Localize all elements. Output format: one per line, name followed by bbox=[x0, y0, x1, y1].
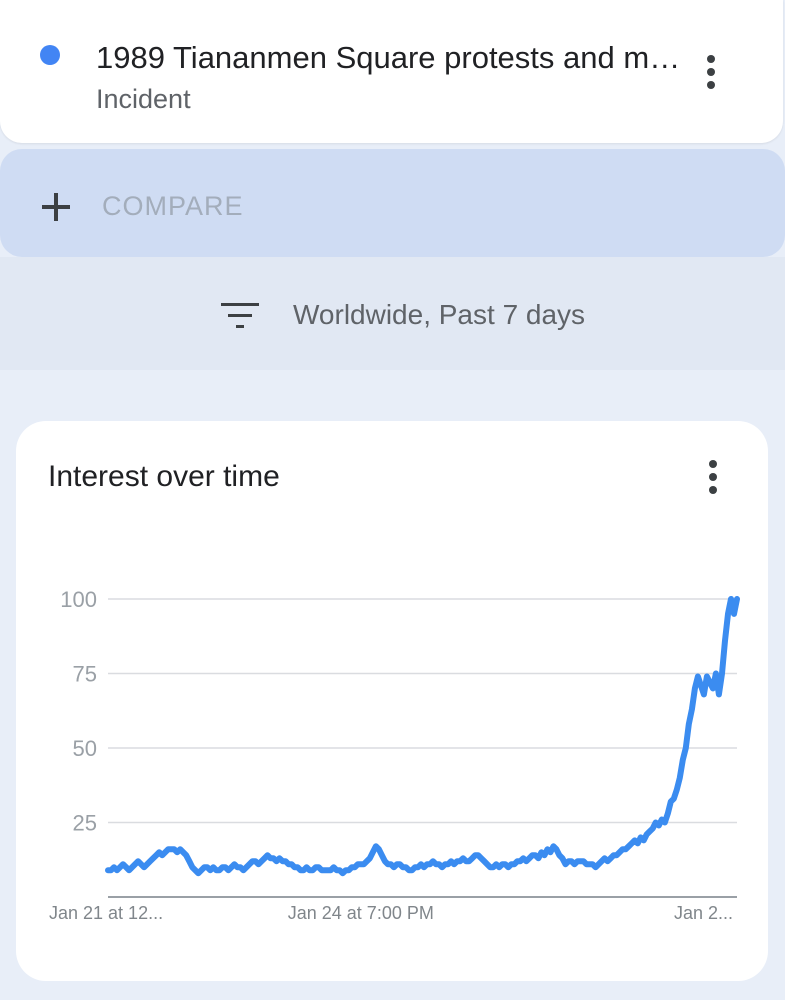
y-tick-label: 50 bbox=[73, 736, 97, 761]
x-tick-label: Jan 24 at 7:00 PM bbox=[288, 903, 434, 923]
x-tick-label: Jan 2... bbox=[674, 903, 733, 923]
interest-chart: 25 50 75 100 Jan 21 at 12... Jan 24 at 7:00 … bbox=[49, 587, 740, 923]
series-line[interactable] bbox=[105, 596, 740, 877]
x-tick-label: Jan 21 at 12... bbox=[49, 903, 163, 923]
y-tick-label: 25 bbox=[73, 811, 97, 836]
y-tick-label: 100 bbox=[60, 587, 97, 612]
y-tick-label: 75 bbox=[73, 662, 97, 687]
